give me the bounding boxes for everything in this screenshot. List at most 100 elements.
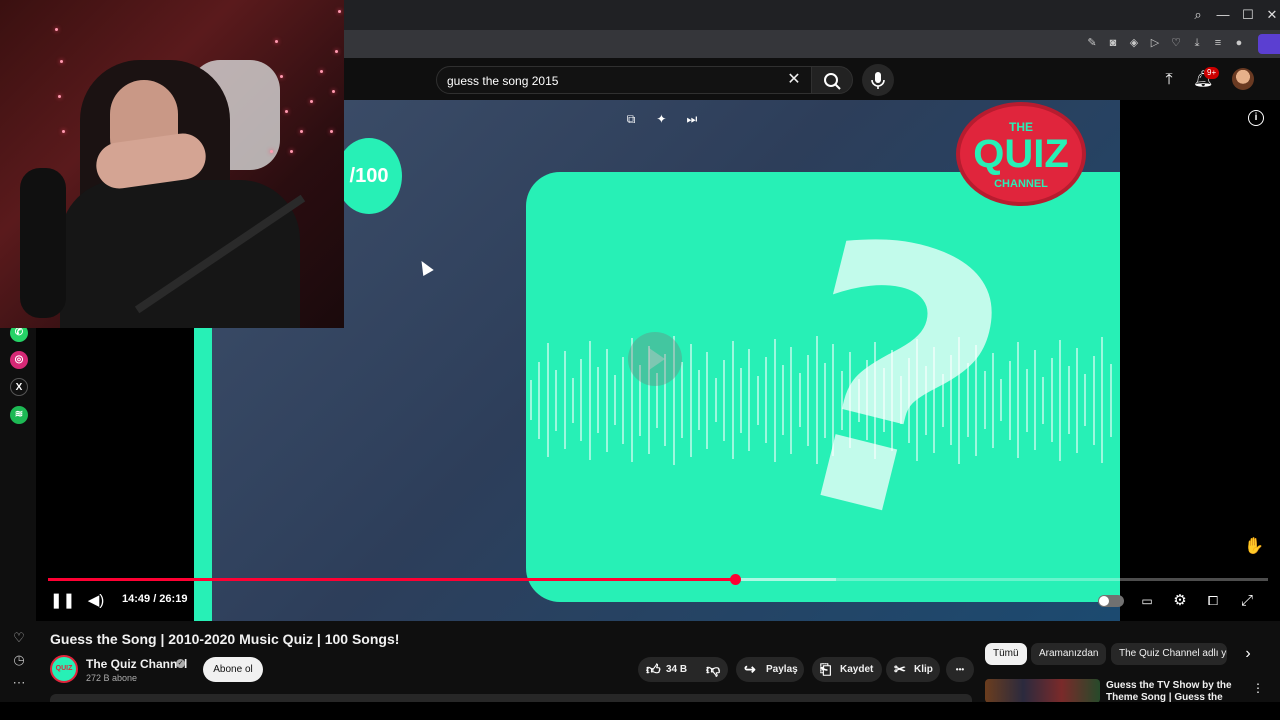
skip-icon[interactable]: ⏭	[682, 110, 702, 128]
maximize-icon[interactable]: ☐	[1239, 6, 1257, 24]
subscribe-button[interactable]: Abone ol	[203, 657, 263, 682]
settings-icon[interactable]: ⚙	[1168, 590, 1192, 612]
subtitles-icon[interactable]: ▭	[1135, 590, 1159, 612]
shield-icon[interactable]: ◈	[1127, 36, 1141, 50]
notification-badge: 9+	[1204, 67, 1220, 79]
recommendation-title[interactable]: Guess the TV Show by the Theme Song | Gu…	[1106, 680, 1248, 704]
clock-icon[interactable]: ◷	[10, 651, 28, 669]
waveform-bar	[1017, 342, 1020, 458]
waveform-bar	[714, 378, 717, 422]
close-icon[interactable]: ✕	[1263, 6, 1280, 24]
waveform-bar	[546, 343, 549, 457]
verified-icon: ✓	[176, 659, 185, 668]
clear-search-icon[interactable]: ✕	[785, 71, 803, 89]
play-icon[interactable]: ▷	[1148, 36, 1162, 50]
waveform-bar	[1000, 379, 1003, 421]
chip-all[interactable]: Tümü	[985, 643, 1027, 665]
subscriber-count: 272 B abone	[86, 673, 138, 683]
share-icon: ↪	[744, 661, 756, 677]
video-overlay-buttons: ⧉ ✦ ⏭	[621, 110, 708, 128]
dislike-icon[interactable]: 👎︎	[706, 657, 720, 682]
waveform-bar	[1042, 376, 1045, 424]
miniplayer-icon[interactable]: ⧉	[621, 110, 641, 128]
info-icon[interactable]: i	[1248, 110, 1264, 126]
camera-icon[interactable]: ◙	[1106, 36, 1120, 50]
fairy-light	[55, 28, 58, 31]
hand-icon: ✋	[1244, 538, 1264, 555]
instagram-icon[interactable]: ◎	[10, 351, 28, 369]
waveform-bar	[1067, 366, 1070, 434]
x-icon[interactable]: X	[10, 378, 28, 396]
person-body	[60, 180, 300, 328]
theater-icon[interactable]: ⧠	[1201, 590, 1225, 612]
save-button[interactable]: ⎗ Kaydet	[812, 657, 882, 682]
menu-icon[interactable]: ≡	[1211, 36, 1225, 50]
waveform-bar	[1109, 363, 1112, 437]
fairy-light	[270, 150, 273, 153]
fairy-light	[58, 95, 61, 98]
recommendation-thumbnail[interactable]	[985, 679, 1100, 703]
edit-icon[interactable]: ✎	[1085, 36, 1099, 50]
download-icon[interactable]: ⤓	[1190, 36, 1204, 50]
search-icon	[824, 73, 841, 90]
progress-bar[interactable]	[48, 574, 1268, 585]
waveform-bar	[588, 340, 591, 460]
scrubber-handle[interactable]	[729, 574, 741, 585]
heart-icon[interactable]: ♡	[1169, 36, 1183, 50]
waveform-bar	[756, 375, 759, 425]
fairy-light	[338, 10, 341, 13]
fullscreen-icon[interactable]: ⤢	[1235, 590, 1259, 612]
more-actions-button[interactable]: •••	[946, 657, 974, 682]
search-icon[interactable]: ⌕	[1189, 6, 1207, 24]
waveform-bar	[530, 380, 532, 420]
voice-search-button[interactable]	[862, 64, 894, 96]
time-display: 14:49 / 26:19	[122, 593, 188, 605]
search-button[interactable]	[811, 66, 853, 94]
fairy-light	[310, 100, 313, 103]
screen-bottom	[0, 702, 1280, 720]
fairy-light	[335, 50, 338, 53]
chip-channel[interactable]: The Quiz Channel adlı yü	[1111, 643, 1227, 665]
pause-icon[interactable]: ❚❚	[50, 590, 75, 612]
waveform-bar	[681, 362, 684, 438]
waveform-bar	[698, 370, 700, 430]
chip-from-search[interactable]: Aramanızdan	[1031, 643, 1107, 665]
autoplay-toggle[interactable]	[1098, 595, 1124, 607]
volume-icon[interactable]: ◀)	[84, 590, 108, 612]
center-play-icon[interactable]	[628, 332, 682, 386]
search-box: ✕	[436, 66, 812, 94]
clip-button[interactable]: ✂ Klip	[886, 657, 940, 682]
waveform-bar	[1008, 360, 1011, 440]
fairy-light	[320, 70, 323, 73]
waveform-bar	[723, 359, 726, 441]
fairy-light	[60, 60, 63, 63]
waveform-bar	[1101, 337, 1104, 463]
profile-icon[interactable]: ●	[1232, 36, 1246, 50]
score-badge: /100	[336, 138, 402, 214]
waveform-bar	[748, 349, 751, 451]
waveform-bar	[765, 357, 768, 443]
heart-icon[interactable]: ♡	[10, 629, 28, 647]
avatar[interactable]	[1232, 68, 1254, 90]
more-icon[interactable]: ⋯	[10, 674, 28, 692]
chevron-right-icon[interactable]: ›	[1240, 645, 1256, 663]
fairy-light	[300, 130, 303, 133]
waveform-bar	[706, 351, 709, 449]
search-input[interactable]	[447, 72, 767, 90]
channel-avatar[interactable]: QUIZ	[50, 655, 78, 683]
upload-icon[interactable]: ⤒	[1159, 70, 1179, 90]
waveform-bar	[1025, 368, 1028, 432]
spotify-icon[interactable]: ≋	[10, 406, 28, 424]
channel-name[interactable]: The Quiz Channel	[86, 657, 187, 671]
like-icon[interactable]: 👍︎	[646, 657, 661, 682]
share-button[interactable]: ↪ Paylaş	[736, 657, 804, 682]
kebab-menu-icon[interactable]: ⋮	[1252, 680, 1264, 696]
like-count[interactable]: 34 B	[666, 657, 687, 682]
waveform-bar	[572, 377, 574, 423]
waveform-bar	[605, 348, 608, 452]
extension-icon[interactable]	[1258, 34, 1280, 54]
waveform-bar	[555, 369, 558, 431]
sparkle-icon[interactable]: ✦	[651, 110, 671, 128]
minimize-icon[interactable]: —	[1214, 6, 1232, 24]
fairy-light	[275, 40, 278, 43]
